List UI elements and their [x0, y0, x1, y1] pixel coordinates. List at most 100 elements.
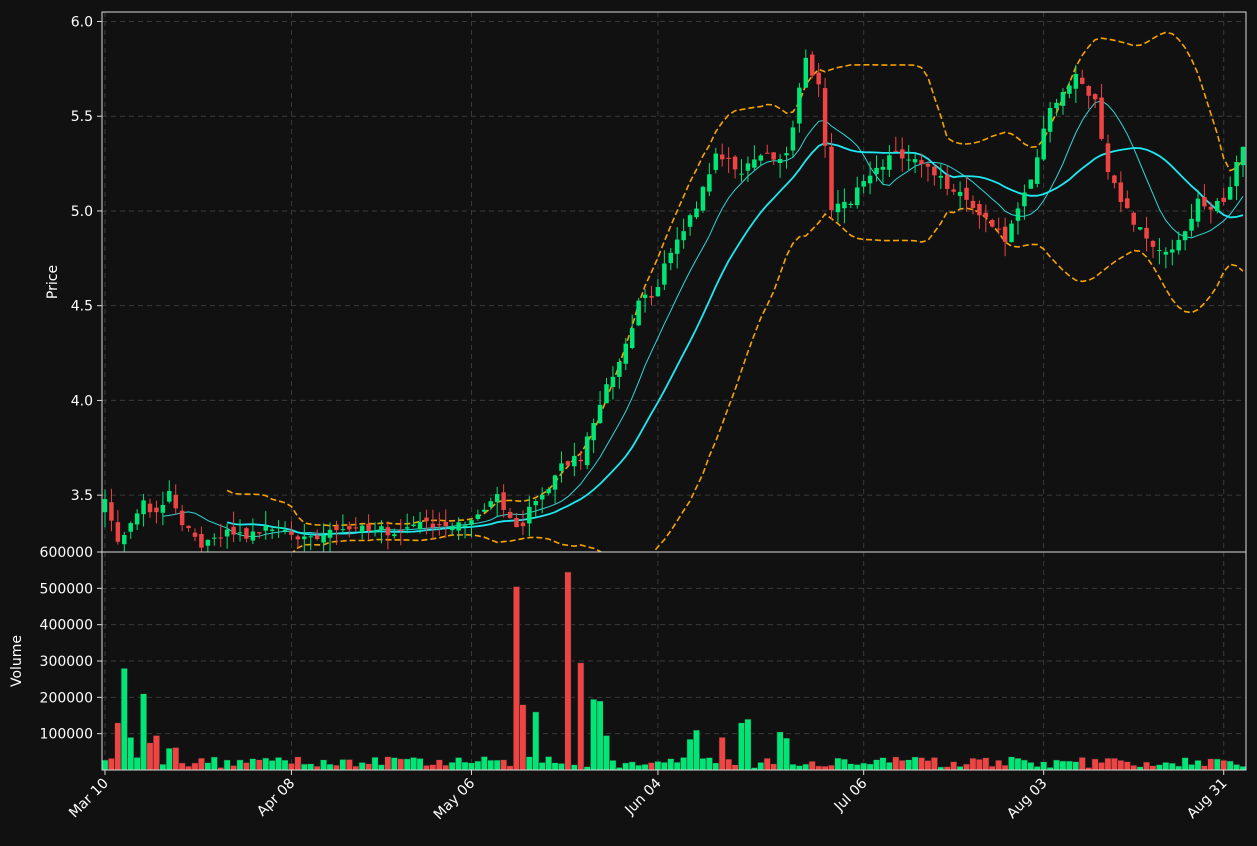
volume-axis-label: Volume [9, 635, 25, 687]
candle-body [636, 300, 641, 326]
candlestick [584, 432, 590, 470]
candlestick [488, 497, 494, 510]
candle-body [964, 187, 969, 200]
candlestick [681, 218, 686, 249]
volume-bar [1123, 761, 1131, 770]
candlestick [604, 377, 609, 404]
candle-body [102, 499, 108, 513]
volume-bar [602, 735, 611, 770]
candlestick [141, 493, 146, 527]
volume-bar [667, 758, 675, 770]
volume-bar [538, 762, 546, 770]
volume-bar [467, 762, 475, 770]
candle-body [854, 187, 860, 206]
candle-body [983, 212, 989, 218]
price-panel-frame [101, 11, 1247, 553]
volume-bar [365, 763, 373, 770]
candle-body [244, 528, 249, 539]
candle-body [488, 501, 494, 507]
candle-body [122, 534, 127, 545]
volume-bar [1059, 760, 1067, 770]
candle-body [777, 158, 783, 164]
volume-bar [281, 759, 289, 770]
volume-bar [262, 757, 270, 770]
candlestick [173, 484, 178, 515]
volume-bar [1136, 766, 1144, 770]
candle-body [604, 384, 609, 404]
candlestick [867, 161, 873, 195]
candlestick [797, 82, 802, 133]
candlestick [1170, 239, 1175, 266]
candle-body [932, 166, 937, 176]
candlestick [359, 523, 365, 540]
price-tick-label: 6.0 [71, 14, 93, 30]
volume-bar [789, 763, 797, 770]
volume-bar [590, 698, 598, 770]
volume-bar [956, 766, 964, 770]
candle-body [842, 201, 847, 209]
volume-bar [403, 758, 411, 770]
candlestick [977, 200, 982, 229]
candle-body [353, 527, 358, 529]
volume-tick-label: 300000 [40, 654, 93, 670]
candle-body [443, 521, 449, 527]
candlestick [912, 153, 918, 173]
candlestick [1144, 216, 1149, 252]
volume-bar [699, 758, 707, 770]
candle-body [797, 87, 802, 124]
candle-body [115, 522, 121, 542]
candle-body [591, 422, 596, 441]
volume-bar [705, 757, 713, 770]
candle-body [295, 536, 301, 540]
volume-bar [898, 759, 906, 770]
volume-bar [493, 759, 501, 770]
volume-bar [455, 757, 463, 770]
volume-bar [1155, 764, 1163, 770]
candle-body [1189, 218, 1194, 231]
candlestick [694, 201, 699, 220]
volume-bar [1226, 760, 1234, 770]
volume-bar [390, 757, 398, 770]
volume-bar [474, 760, 482, 770]
volume-bar [307, 763, 315, 770]
volume-bars [102, 571, 1246, 770]
candle-body [925, 163, 931, 167]
volume-bar [950, 761, 958, 770]
volume-bar [1130, 764, 1138, 770]
candle-body [167, 490, 172, 502]
volume-bar [622, 762, 630, 770]
candlestick [321, 523, 326, 552]
candle-body [771, 152, 776, 160]
volume-bar [924, 760, 932, 770]
volume-bar [500, 759, 508, 770]
candle-body [649, 295, 654, 298]
volume-bar [821, 765, 829, 770]
candle-body [572, 455, 577, 467]
candlestick [385, 521, 391, 550]
candlestick [809, 51, 815, 79]
candlestick [1131, 211, 1136, 232]
candlestick [893, 136, 899, 152]
candlestick [475, 509, 481, 521]
volume-bar [185, 765, 193, 770]
candle-body [276, 527, 281, 529]
candle-body [944, 175, 950, 189]
volume-bar [397, 758, 405, 770]
volume-tick-label: 500000 [40, 581, 93, 597]
candlestick [597, 391, 603, 424]
volume-bar [236, 759, 244, 770]
candlestick [932, 164, 937, 186]
volume-bar [320, 759, 328, 770]
candlestick [687, 213, 693, 236]
candle-body [764, 152, 770, 154]
volume-bar [847, 763, 855, 770]
candlestick [327, 522, 333, 552]
date-tick-label: Aug 31 [1184, 776, 1230, 822]
volume-bar [172, 747, 180, 770]
candlestick [649, 286, 654, 306]
candle-body [1195, 198, 1201, 222]
candle-body [186, 525, 191, 529]
volume-bar [570, 764, 578, 770]
candle-body [494, 494, 500, 503]
volume-bar [892, 756, 900, 770]
